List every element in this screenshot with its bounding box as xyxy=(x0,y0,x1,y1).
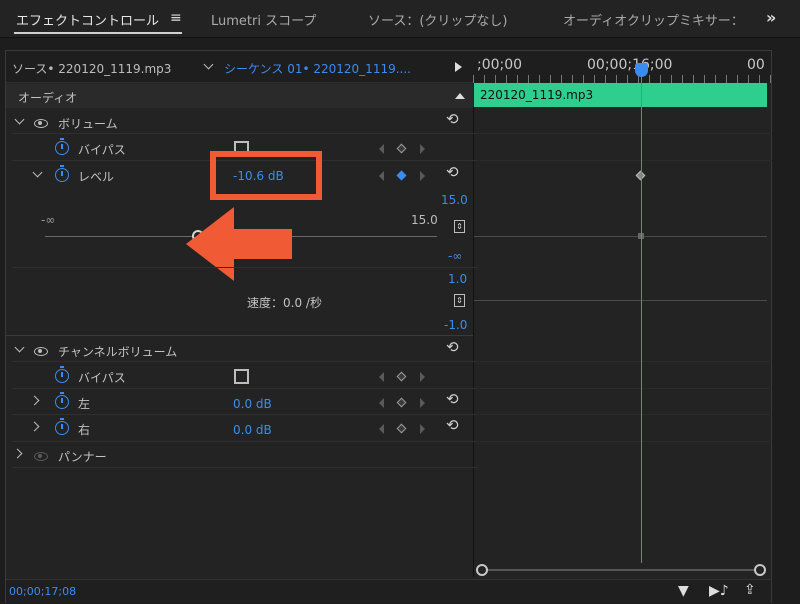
scroll-handle-right[interactable] xyxy=(754,564,766,576)
timeline-ruler[interactable]: ;00;00 00;00;16;00 00 xyxy=(473,51,771,83)
add-keyframe-icon[interactable] xyxy=(396,170,407,181)
prev-keyframe-icon[interactable] xyxy=(379,398,384,408)
velocity-max-label: 1.0 xyxy=(448,272,468,286)
add-keyframe-icon[interactable] xyxy=(396,397,407,408)
hamburger-icon[interactable]: ≡ xyxy=(170,11,182,25)
chevron-down-icon[interactable] xyxy=(14,342,25,353)
play-triangle-icon[interactable] xyxy=(455,62,462,72)
channel-volume-label: チャンネルボリューム xyxy=(58,345,178,359)
filter-icon[interactable]: ▼ xyxy=(678,583,689,599)
channel-bypass-label: バイパス xyxy=(78,371,126,385)
graph-line xyxy=(474,236,767,237)
reset-icon[interactable]: ⟲ xyxy=(446,112,459,127)
next-keyframe-icon[interactable] xyxy=(420,144,425,154)
sequence-label[interactable]: シーケンス 01• 220120_1119.... xyxy=(224,60,411,77)
arrow-annotation xyxy=(186,207,292,281)
level-label: レベル xyxy=(78,170,115,184)
tab-lumetri-scopes[interactable]: Lumetri スコープ xyxy=(211,10,316,29)
velocity-line xyxy=(474,300,767,301)
ruler-ticks xyxy=(473,75,771,83)
prev-keyframe-icon[interactable] xyxy=(379,424,384,434)
add-keyframe-icon[interactable] xyxy=(396,143,407,154)
chevron-right-icon[interactable] xyxy=(12,448,23,459)
chevron-right-icon[interactable] xyxy=(29,421,40,432)
slider-min-label: -∞ xyxy=(41,213,56,227)
next-keyframe-icon[interactable] xyxy=(420,171,425,181)
velocity-scale-icon[interactable]: ⇕ xyxy=(454,294,465,307)
prev-keyframe-icon[interactable] xyxy=(379,144,384,154)
prev-keyframe-icon[interactable] xyxy=(379,372,384,382)
tab-source[interactable]: ソース：(クリップなし) xyxy=(368,10,508,29)
chevron-down-icon[interactable] xyxy=(14,114,25,125)
panner-label: パンナー xyxy=(58,450,107,464)
graph-max-label: 15.0 xyxy=(441,193,468,207)
velocity-min-label: -1.0 xyxy=(444,318,468,332)
ruler-timecode: ;00;00 xyxy=(477,57,523,73)
speed-label: 速度：0.0 /秒 xyxy=(247,296,322,310)
section-header-audio: オーディオ xyxy=(6,84,473,108)
section-audio-label: オーディオ xyxy=(18,91,78,105)
tab-effect-controls[interactable]: エフェクトコントロール xyxy=(16,10,159,29)
chevron-down-icon[interactable] xyxy=(32,167,43,178)
reset-icon[interactable]: ⟲ xyxy=(446,392,459,407)
left-channel-label: 左 xyxy=(78,397,91,411)
right-channel-value[interactable]: 0.0 dB xyxy=(233,423,272,437)
stopwatch-icon[interactable] xyxy=(55,366,69,383)
right-channel-label: 右 xyxy=(78,423,91,437)
source-header: ソース• 220120_1119.mp3 シーケンス 01• 220120_11… xyxy=(6,51,473,83)
level-value[interactable]: -10.6 dB xyxy=(233,169,284,183)
graph-min-label: -∞ xyxy=(448,249,463,263)
playhead-handle[interactable] xyxy=(635,63,648,77)
eye-icon[interactable] xyxy=(34,119,48,128)
current-timecode[interactable]: 00;00;17;08 xyxy=(9,585,76,598)
reset-icon[interactable]: ⟲ xyxy=(446,418,459,433)
panel-footer: 00;00;17;08 ▼ ▶♪ ⇪ xyxy=(6,579,771,603)
eye-icon[interactable] xyxy=(34,347,48,356)
chevron-down-icon[interactable] xyxy=(203,59,214,70)
bypass-label: バイパス xyxy=(78,143,126,157)
export-icon[interactable]: ⇪ xyxy=(744,582,756,598)
play-audio-icon[interactable]: ▶♪ xyxy=(709,583,729,599)
channel-bypass-checkbox[interactable] xyxy=(234,369,249,384)
graph-scale-icon[interactable]: ⇕ xyxy=(454,220,465,233)
ruler-timecode: 00 xyxy=(747,57,765,73)
add-keyframe-icon[interactable] xyxy=(396,423,407,434)
add-keyframe-icon[interactable] xyxy=(396,371,407,382)
active-tab-indicator xyxy=(14,32,182,34)
clip-bar[interactable]: 220120_1119.mp3 xyxy=(474,83,767,107)
scroll-handle-left[interactable] xyxy=(476,564,488,576)
panel-divider xyxy=(473,107,474,577)
clip-name: 220120_1119.mp3 xyxy=(480,88,594,102)
effect-controls-panel: ソース• 220120_1119.mp3 シーケンス 01• 220120_11… xyxy=(5,50,772,603)
playhead-line xyxy=(641,63,642,563)
collapse-up-icon[interactable] xyxy=(455,93,465,99)
volume-label: ボリューム xyxy=(58,117,118,131)
prev-keyframe-icon[interactable] xyxy=(379,171,384,181)
ruler-timecode: 00;00;16;00 xyxy=(587,57,673,73)
tab-audio-clip-mixer[interactable]: オーディオクリップミキサー： xyxy=(563,10,744,29)
next-keyframe-icon[interactable] xyxy=(420,424,425,434)
reset-icon[interactable]: ⟲ xyxy=(446,165,459,180)
timeline-scrollbar[interactable] xyxy=(476,564,768,576)
source-label: ソース• 220120_1119.mp3 xyxy=(12,62,172,76)
stopwatch-icon[interactable] xyxy=(55,138,69,155)
slider-max-label: 15.0 xyxy=(411,213,438,227)
stopwatch-icon[interactable] xyxy=(55,392,69,409)
stopwatch-icon[interactable] xyxy=(55,418,69,435)
double-chevron-right-icon[interactable]: » xyxy=(766,8,776,27)
next-keyframe-icon[interactable] xyxy=(420,372,425,382)
left-channel-value[interactable]: 0.0 dB xyxy=(233,397,272,411)
stopwatch-icon[interactable] xyxy=(55,165,69,182)
eye-icon[interactable] xyxy=(34,452,48,461)
next-keyframe-icon[interactable] xyxy=(420,398,425,408)
reset-icon[interactable]: ⟲ xyxy=(446,340,459,355)
chevron-right-icon[interactable] xyxy=(29,395,40,406)
